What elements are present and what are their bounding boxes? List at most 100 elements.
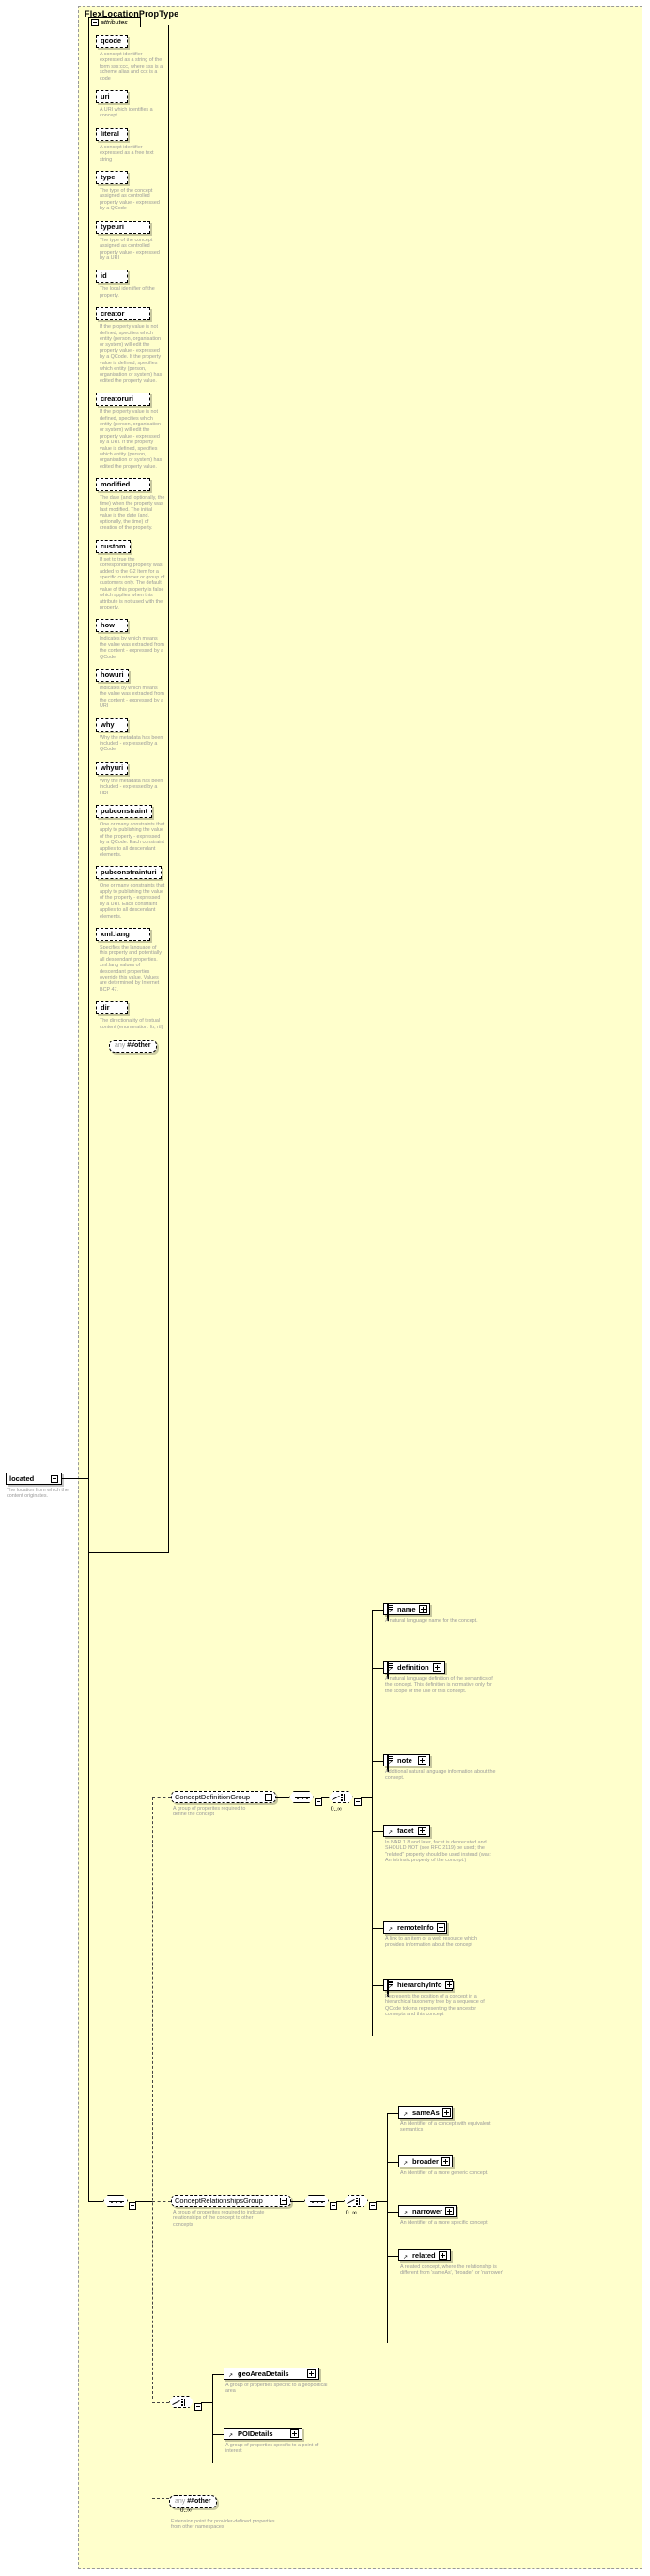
expand-plus-icon[interactable] xyxy=(439,2251,447,2260)
attribute-name[interactable]: pubconstraint xyxy=(96,805,152,819)
attribute-description: A concept identifier expressed as a stri… xyxy=(100,52,163,82)
choice-collapse[interactable] xyxy=(369,2198,377,2214)
element-hierarchyInfo[interactable]: ↗ hierarchyInfo xyxy=(383,1979,454,1997)
attribute-name[interactable]: type xyxy=(96,171,128,185)
attribute-name[interactable]: xml:lang xyxy=(96,927,150,941)
attribute-item[interactable]: how Indicates by which means the value wa… xyxy=(96,615,165,660)
attribute-name[interactable]: qcode xyxy=(96,35,128,48)
attribute-name[interactable]: creator xyxy=(96,307,150,321)
attribute-name[interactable]: typeuri xyxy=(96,220,150,234)
element-facet[interactable]: ↗ facet xyxy=(383,1825,430,1837)
attribute-item[interactable]: dir The directionality of textual content… xyxy=(96,997,165,1030)
attribute-arrow-icon: ↗ xyxy=(388,1609,394,1614)
attribute-description: The directionality of textual content (e… xyxy=(100,1018,163,1030)
attribute-item[interactable]: xml:lang Specifies the language of this p… xyxy=(96,924,165,993)
connector xyxy=(212,2374,224,2375)
element-narrower[interactable]: ↗ narrower xyxy=(398,2205,457,2217)
attribute-item[interactable]: id The local identifier of the property. xyxy=(96,266,165,299)
attribute-item[interactable]: pubconstrainturi One or many constraints … xyxy=(96,862,165,919)
element-located[interactable]: located xyxy=(6,1473,62,1485)
attribute-item[interactable]: creator If the property value is not defi… xyxy=(96,303,165,384)
content-any-chip[interactable]: any ##other xyxy=(169,2491,217,2508)
any-attribute-chip[interactable]: any ##other xyxy=(109,1039,157,1053)
attribute-item[interactable]: why Why the metadata has been included - … xyxy=(96,715,165,753)
attribute-name[interactable]: modified xyxy=(96,478,150,492)
attribute-description: Specifies the language of this property … xyxy=(100,944,162,993)
any-element-chip[interactable]: any ##other xyxy=(169,2495,217,2508)
connector xyxy=(387,2212,398,2213)
sequence-symbol[interactable] xyxy=(304,2195,329,2207)
attribute-name[interactable]: dir xyxy=(96,1001,128,1015)
expand-plus-icon[interactable] xyxy=(290,2429,299,2438)
attribute-item[interactable]: custom If set to true the corresponding p… xyxy=(96,536,165,611)
expand-plus-icon[interactable] xyxy=(441,2108,451,2117)
element-note[interactable]: ↗ note xyxy=(383,1754,430,1772)
element-definition[interactable]: ↗ definition xyxy=(383,1661,445,1679)
element-geoAreaDetails[interactable]: ↗ geoAreaDetails xyxy=(224,2368,319,2380)
element-sameAs[interactable]: ↗ sameAs xyxy=(398,2106,453,2119)
sequence-collapse[interactable] xyxy=(330,2198,337,2214)
connector xyxy=(376,2201,387,2202)
element-description: A group of properties specific to a poin… xyxy=(225,2443,319,2455)
attribute-name[interactable]: literal xyxy=(96,127,128,141)
expand-plus-icon[interactable] xyxy=(445,2207,455,2215)
group-ConceptDefinitionGroup[interactable]: ConceptDefinitionGroup xyxy=(171,1791,276,1803)
expand-plus-icon[interactable] xyxy=(441,2157,450,2166)
attribute-name[interactable]: creatoruri xyxy=(96,393,150,407)
attribute-name[interactable]: id xyxy=(96,270,128,284)
expand-plus-icon[interactable] xyxy=(444,1981,454,1989)
attribute-description: One or many constraints that apply to pu… xyxy=(100,822,165,858)
expand-plus-icon[interactable] xyxy=(418,1827,426,1835)
collapse-minus-icon[interactable] xyxy=(265,1793,272,1801)
attribute-item[interactable]: type The type of the concept assigned as … xyxy=(96,167,165,212)
element-label: sameAs xyxy=(412,2108,440,2117)
attribute-item[interactable]: pubconstraint One or many constraints tha… xyxy=(96,801,165,857)
attribute-any-item[interactable]: any ##other xyxy=(109,1035,165,1053)
attribute-item[interactable]: modified The date (and, optionally, the t… xyxy=(96,474,165,531)
collapse-minus-icon[interactable] xyxy=(280,2197,287,2205)
attributes-tab[interactable]: attributes xyxy=(88,17,141,27)
sequence-dots-icon xyxy=(111,2199,122,2204)
expand-plus-icon[interactable] xyxy=(433,1663,441,1672)
choice-glyph-icon xyxy=(172,2398,191,2406)
attribute-name[interactable]: uri xyxy=(96,90,128,104)
element-remoteInfo[interactable]: ↗ remoteInfo xyxy=(383,1921,447,1934)
expand-plus-icon[interactable] xyxy=(418,1756,426,1765)
choice-collapse[interactable] xyxy=(194,2399,202,2415)
attribute-item[interactable]: howuri Indicates by which means the value… xyxy=(96,665,165,710)
attribute-name[interactable]: why xyxy=(96,717,128,732)
choice-collapse[interactable] xyxy=(354,1794,362,1811)
attribute-description: If set to true the corresponding propert… xyxy=(100,556,165,610)
sequence-symbol[interactable] xyxy=(103,2195,128,2207)
attribute-item[interactable]: uri A URI which identifies a concept. xyxy=(96,86,165,119)
attribute-item[interactable]: typeuri The type of the concept assigned … xyxy=(96,217,165,262)
attribute-name[interactable]: pubconstrainturi xyxy=(96,866,162,880)
attribute-name[interactable]: custom xyxy=(96,539,131,553)
attribute-item[interactable]: literal A concept identifier expressed as… xyxy=(96,124,165,162)
expand-plus-icon[interactable] xyxy=(307,2369,316,2378)
element-label: name xyxy=(397,1605,416,1613)
element-broader[interactable]: ↗ broader xyxy=(398,2155,453,2167)
collapse-minus-icon[interactable] xyxy=(51,1474,58,1483)
connector xyxy=(291,2201,304,2202)
attribute-name[interactable]: whyuri xyxy=(96,761,129,775)
element-related[interactable]: ↗ related xyxy=(398,2249,451,2261)
attribute-name[interactable]: howuri xyxy=(96,668,129,682)
attribute-item[interactable]: creatoruri If the property value is not d… xyxy=(96,389,165,470)
attribute-name[interactable]: how xyxy=(96,619,128,633)
connector-dashed xyxy=(152,2402,169,2403)
group-ConceptRelationshipsGroup[interactable]: ConceptRelationshipsGroup xyxy=(171,2195,291,2207)
connector xyxy=(387,2256,398,2257)
sequence-collapse[interactable] xyxy=(129,2198,136,2214)
element-description: An identifier of a more specific concept… xyxy=(400,2220,489,2226)
expand-plus-icon[interactable] xyxy=(436,1923,445,1932)
attribute-item[interactable]: whyuri Why the metadata has been included… xyxy=(96,758,165,796)
expand-plus-icon[interactable] xyxy=(418,1605,427,1613)
attribute-item[interactable]: qcode A concept identifier expressed as a… xyxy=(96,31,165,82)
element-POIDetails[interactable]: ↗ POIDetails xyxy=(224,2428,302,2440)
element-name[interactable]: ↗ name xyxy=(383,1603,430,1621)
collapse-minus-icon[interactable] xyxy=(91,19,99,26)
sequence-collapse[interactable] xyxy=(315,1794,322,1811)
sequence-dots-icon xyxy=(312,2199,323,2204)
sequence-symbol[interactable] xyxy=(289,1791,314,1803)
